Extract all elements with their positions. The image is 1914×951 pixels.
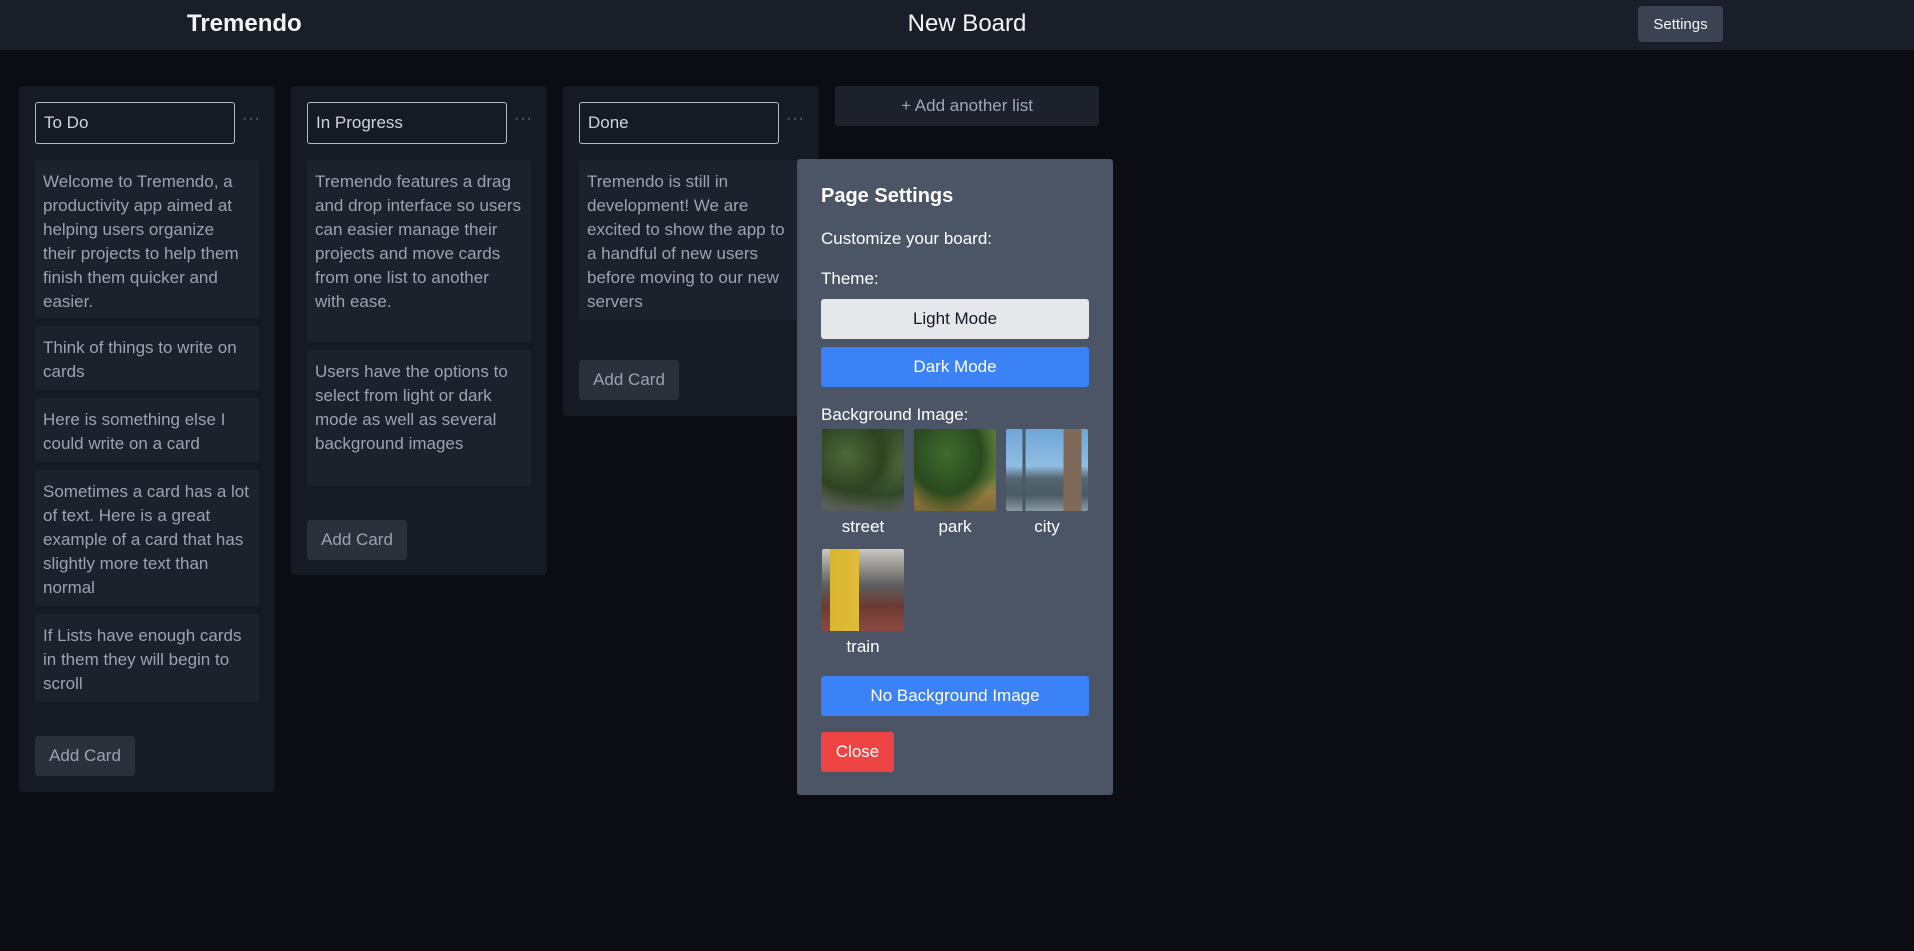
ellipsis-icon[interactable]: ··· <box>786 110 805 128</box>
background-option-label: park <box>938 517 972 536</box>
background-option-train[interactable]: train <box>822 549 904 657</box>
top-bar: Tremendo New Board Settings <box>0 0 1914 50</box>
card[interactable]: Tremendo is still in development! We are… <box>579 160 803 320</box>
page-settings-panel: Page Settings Customize your board: Them… <box>797 159 1113 795</box>
background-image-label: Background Image: <box>821 405 969 424</box>
add-list-button[interactable]: + Add another list <box>835 86 1099 126</box>
add-card-button[interactable]: Add Card <box>35 736 135 776</box>
background-option-label: street <box>841 517 885 536</box>
ellipsis-icon[interactable]: ··· <box>242 110 261 128</box>
dark-mode-button[interactable]: Dark Mode <box>821 347 1089 387</box>
ellipsis-icon[interactable]: ··· <box>514 110 533 128</box>
list-in-progress: ··· Tremendo features a drag and drop in… <box>291 86 547 575</box>
card[interactable]: Think of things to write on cards <box>35 326 259 390</box>
background-option-city[interactable]: city <box>1006 429 1088 537</box>
theme-label: Theme: <box>821 269 879 288</box>
list-to-do: ··· Welcome to Tremendo, a productivity … <box>19 86 275 792</box>
card[interactable]: Tremendo features a drag and drop interf… <box>307 160 531 342</box>
close-button[interactable]: Close <box>821 732 894 772</box>
card[interactable]: Sometimes a card has a lot of text. Here… <box>35 470 259 606</box>
card[interactable]: Users have the options to select from li… <box>307 350 531 486</box>
background-option-street[interactable]: street <box>822 429 904 537</box>
card[interactable]: Welcome to Tremendo, a productivity app … <box>35 160 259 318</box>
add-card-button[interactable]: Add Card <box>307 520 407 560</box>
settings-button[interactable]: Settings <box>1638 6 1723 42</box>
street-thumbnail <box>822 429 904 511</box>
list-title-input[interactable] <box>579 102 779 144</box>
list-done: ··· Tremendo is still in development! We… <box>563 86 819 416</box>
card[interactable]: Here is something else I could write on … <box>35 398 259 462</box>
card[interactable]: If Lists have enough cards in them they … <box>35 614 259 702</box>
list-title-input[interactable] <box>35 102 235 144</box>
panel-subtitle: Customize your board: <box>821 229 993 248</box>
background-option-label: city <box>1034 517 1060 536</box>
no-background-image-button[interactable]: No Background Image <box>821 676 1089 716</box>
train-thumbnail <box>822 549 904 631</box>
light-mode-button[interactable]: Light Mode <box>821 299 1089 339</box>
background-option-park[interactable]: park <box>914 429 996 537</box>
board-title: New Board <box>907 10 1027 37</box>
park-thumbnail <box>914 429 996 511</box>
panel-title: Page Settings <box>821 185 954 207</box>
add-card-button[interactable]: Add Card <box>579 360 679 400</box>
background-option-label: train <box>846 637 880 656</box>
city-thumbnail <box>1006 429 1088 511</box>
list-title-input[interactable] <box>307 102 507 144</box>
